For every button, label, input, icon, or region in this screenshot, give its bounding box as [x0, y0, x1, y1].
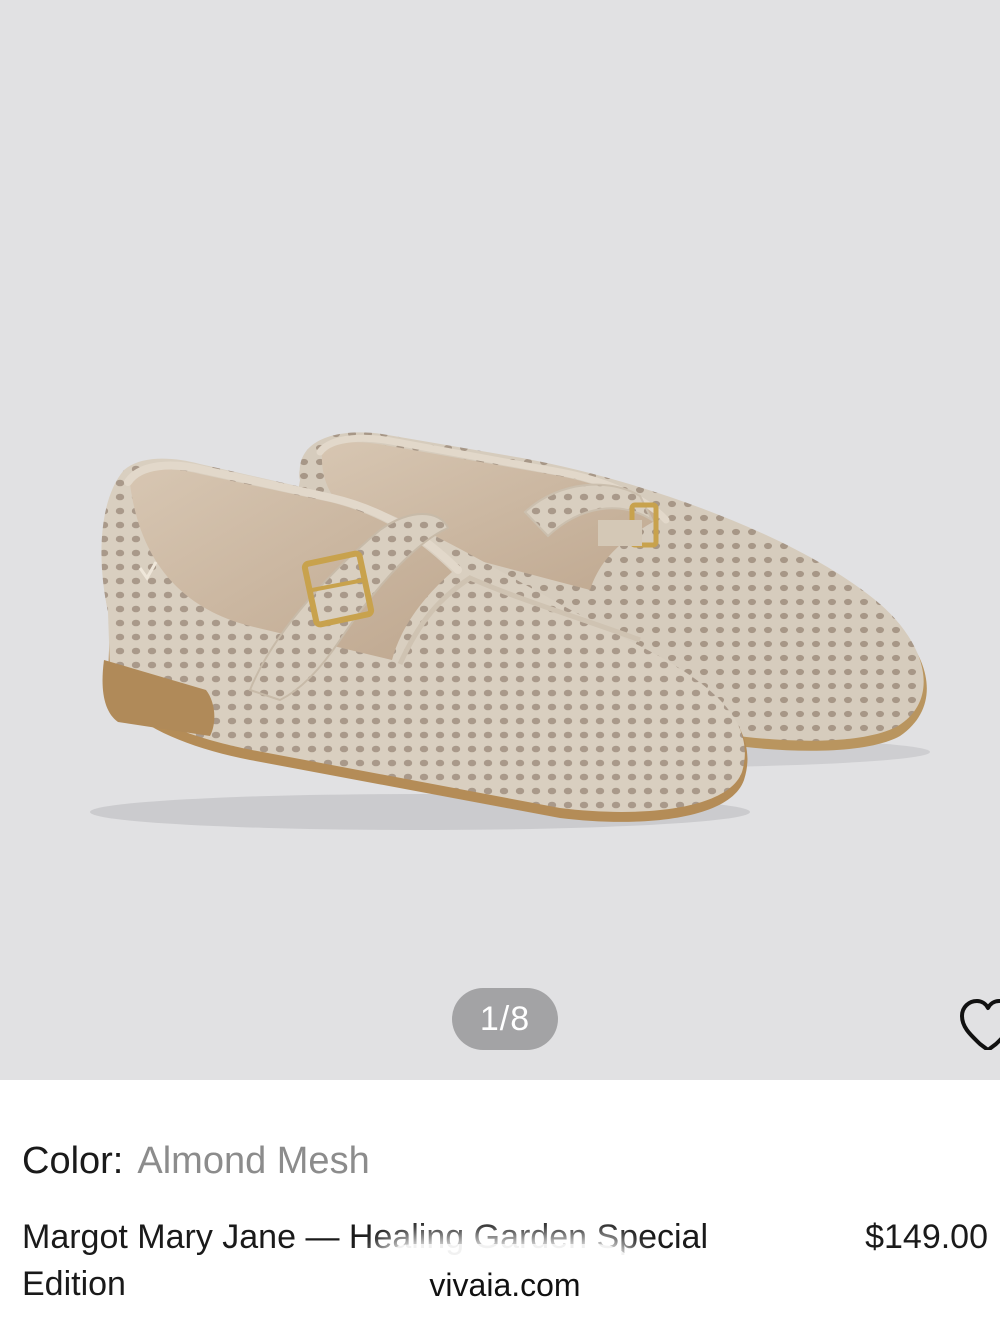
product-page: 1/8 Color: Almond Mesh Margot Mary Jane —…: [0, 0, 1000, 1333]
url-text: vivaia.com: [429, 1267, 581, 1303]
color-selector-label: Color: Almond Mesh: [22, 1138, 370, 1184]
product-price: $149.00: [865, 1218, 988, 1256]
color-label: Color:: [22, 1140, 124, 1182]
browser-url-bar[interactable]: vivaia.com: [370, 1244, 640, 1326]
image-counter: 1/8: [452, 988, 558, 1050]
product-image-gallery[interactable]: 1/8: [0, 0, 1000, 1080]
product-image[interactable]: [0, 0, 1000, 1080]
heart-outline-icon: [960, 999, 1000, 1052]
wishlist-button[interactable]: [958, 996, 1000, 1052]
color-value: Almond Mesh: [137, 1140, 370, 1182]
